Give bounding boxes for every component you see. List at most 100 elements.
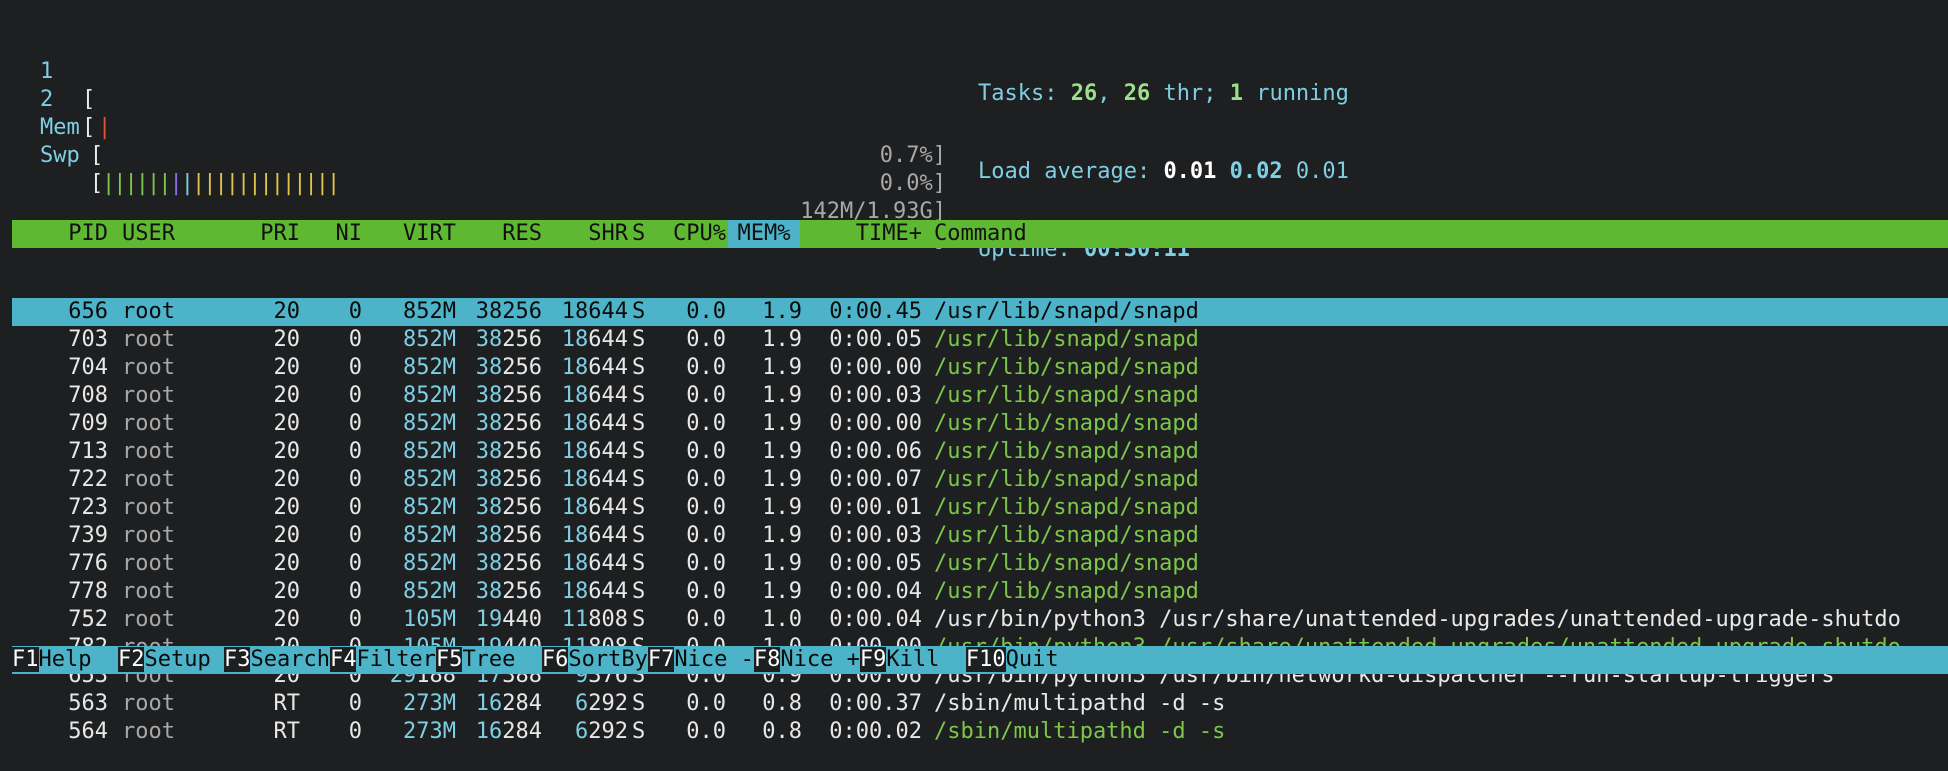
cell-time: 0:00.03 <box>829 523 922 548</box>
cell-cpu: 0.0 <box>686 495 726 520</box>
cell-s: S <box>632 607 646 632</box>
cell-s: S <box>632 355 646 380</box>
col-mem-sorted[interactable]: MEM% <box>728 220 800 248</box>
table-row[interactable]: 723 root 20 0 852M 38256 18644 S 0.0 1.9 0:00.01/u… <box>12 494 1948 522</box>
cell-cpu: 0.0 <box>686 355 726 380</box>
function-key-bar: F1Help F2Setup F3SearchF4FilterF5Tree F6… <box>12 646 1948 674</box>
cell-virt: 852M <box>403 467 456 492</box>
cell-cpu: 0.0 <box>686 523 726 548</box>
cell-time: 0:00.45 <box>829 299 922 324</box>
cell-pri: 20 <box>273 495 301 520</box>
cell-virt: 852M <box>403 579 456 604</box>
cell-shr: 18644 <box>561 327 628 352</box>
cell-cpu: 0.0 <box>686 383 726 408</box>
fkey-f5[interactable]: F5Tree <box>435 646 542 674</box>
cell-cpu: 0.0 <box>686 439 726 464</box>
cell-res: 38256 <box>475 495 542 520</box>
fkey-f4[interactable]: F4Filter <box>329 646 436 674</box>
fkey-f2[interactable]: F2Setup <box>117 646 224 674</box>
cell-cmd: /sbin/multipathd -d -s <box>934 719 1226 744</box>
table-row[interactable]: 703 root 20 0 852M 38256 18644 S 0.0 1.9 0:00.05/u… <box>12 326 1948 354</box>
cell-pri: 20 <box>273 579 301 604</box>
cell-pri: 20 <box>273 439 301 464</box>
cell-shr: 6292 <box>575 691 628 716</box>
table-row-selected[interactable]: 656 root 20 0 852M 38256 18644 S 0.0 1.9 0:00.45/u… <box>12 298 1948 326</box>
cell-shr: 18644 <box>561 355 628 380</box>
process-rows: 656 root 20 0 852M 38256 18644 S 0.0 1.9 0:00.45/u… <box>12 298 1948 746</box>
col-command[interactable]: Command <box>922 220 1948 248</box>
cell-cpu: 0.0 <box>686 467 726 492</box>
cell-shr: 6292 <box>575 719 628 744</box>
cell-pid: 708 <box>68 383 108 408</box>
cell-res: 38256 <box>475 523 542 548</box>
cell-mem: 1.0 <box>762 607 802 632</box>
cell-shr: 18644 <box>561 383 628 408</box>
cell-s: S <box>632 383 646 408</box>
cell-s: S <box>632 411 646 436</box>
col-res[interactable]: RES <box>456 220 542 248</box>
table-row[interactable]: 564 root RT 0 273M 16284 6292 S 0.0 0.8 0:00.02/sb… <box>12 718 1948 746</box>
fkey-f9[interactable]: F9Kill <box>859 646 966 674</box>
cell-cmd: /usr/lib/snapd/snapd <box>934 551 1199 576</box>
cell-res: 38256 <box>475 439 542 464</box>
cpu2-meter: 2 [ 0.0%] <box>40 87 946 196</box>
table-row[interactable]: 776 root 20 0 852M 38256 18644 S 0.0 1.9 0:00.05/u… <box>12 550 1948 578</box>
cell-time: 0:00.37 <box>829 691 922 716</box>
cell-time: 0:00.05 <box>829 551 922 576</box>
table-row[interactable]: 722 root 20 0 852M 38256 18644 S 0.0 1.9 0:00.07/u… <box>12 466 1948 494</box>
fkey-f10[interactable]: F10Quit <box>965 646 1059 674</box>
cell-mem: 0.8 <box>762 719 802 744</box>
cell-pri: 20 <box>273 607 301 632</box>
table-row[interactable]: 704 root 20 0 852M 38256 18644 S 0.0 1.9 0:00.00/u… <box>12 354 1948 382</box>
cell-cpu: 0.0 <box>686 411 726 436</box>
cell-s: S <box>632 439 646 464</box>
cell-pid: 703 <box>68 327 108 352</box>
fkey-f1[interactable]: F1Help <box>12 646 118 674</box>
col-time[interactable]: TIME+ <box>802 220 922 248</box>
col-pri[interactable]: PRI <box>212 220 300 248</box>
fkey-f3[interactable]: F3Search <box>223 646 330 674</box>
cell-pri: 20 <box>273 327 301 352</box>
cell-pri: 20 <box>273 299 301 324</box>
fkey-f8[interactable]: F8Nice + <box>753 646 860 674</box>
table-row[interactable]: 778 root 20 0 852M 38256 18644 S 0.0 1.9 0:00.04/u… <box>12 578 1948 606</box>
running-count: 1 <box>1229 81 1243 106</box>
table-row[interactable]: 713 root 20 0 852M 38256 18644 S 0.0 1.9 0:00.06/u… <box>12 438 1948 466</box>
swap-meter-label: Swp <box>40 143 80 168</box>
cell-shr: 18644 <box>561 551 628 576</box>
cell-time: 0:00.02 <box>829 719 922 744</box>
cell-cpu: 0.0 <box>686 607 726 632</box>
cell-mem: 1.9 <box>762 579 802 604</box>
cell-res: 19440 <box>475 607 542 632</box>
cell-pid: 723 <box>68 495 108 520</box>
cell-shr: 18644 <box>561 495 628 520</box>
cell-cmd: /usr/lib/snapd/snapd <box>934 439 1199 464</box>
col-pid[interactable]: PID <box>12 220 108 248</box>
col-cpu[interactable]: CPU% <box>652 220 726 248</box>
col-shr[interactable]: SHR <box>542 220 628 248</box>
cell-ni: 0 <box>348 439 362 464</box>
cell-res: 16284 <box>475 719 542 744</box>
cell-cpu: 0.0 <box>686 327 726 352</box>
table-row[interactable]: 709 root 20 0 852M 38256 18644 S 0.0 1.9 0:00.00/u… <box>12 410 1948 438</box>
fkey-f7[interactable]: F7Nice - <box>647 646 754 674</box>
cell-pid: 776 <box>68 551 108 576</box>
cell-ni: 0 <box>348 691 362 716</box>
table-row[interactable]: 708 root 20 0 852M 38256 18644 S 0.0 1.9 0:00.03/u… <box>12 382 1948 410</box>
cell-virt: 273M <box>403 719 456 744</box>
cell-virt: 852M <box>403 383 456 408</box>
table-row[interactable]: 739 root 20 0 852M 38256 18644 S 0.0 1.9 0:00.03/u… <box>12 522 1948 550</box>
fkey-f6[interactable]: F6SortBy <box>541 646 648 674</box>
cpu1-meter: 1 [ | 0.7%] <box>40 59 946 168</box>
cell-cpu: 0.0 <box>686 691 726 716</box>
cell-time: 0:00.04 <box>829 607 922 632</box>
col-ni[interactable]: NI <box>304 220 363 248</box>
col-state[interactable]: S <box>632 220 654 248</box>
cell-mem: 1.9 <box>762 355 802 380</box>
table-row[interactable]: 752 root 20 0 105M 19440 11808 S 0.0 1.0 0:00.04/u… <box>12 606 1948 634</box>
table-row[interactable]: 563 root RT 0 273M 16284 6292 S 0.0 0.8 0:00.37/sb… <box>12 690 1948 718</box>
cell-pri: 20 <box>273 551 301 576</box>
col-virt[interactable]: VIRT <box>366 220 456 248</box>
cell-s: S <box>632 467 646 492</box>
cell-ni: 0 <box>348 719 362 744</box>
